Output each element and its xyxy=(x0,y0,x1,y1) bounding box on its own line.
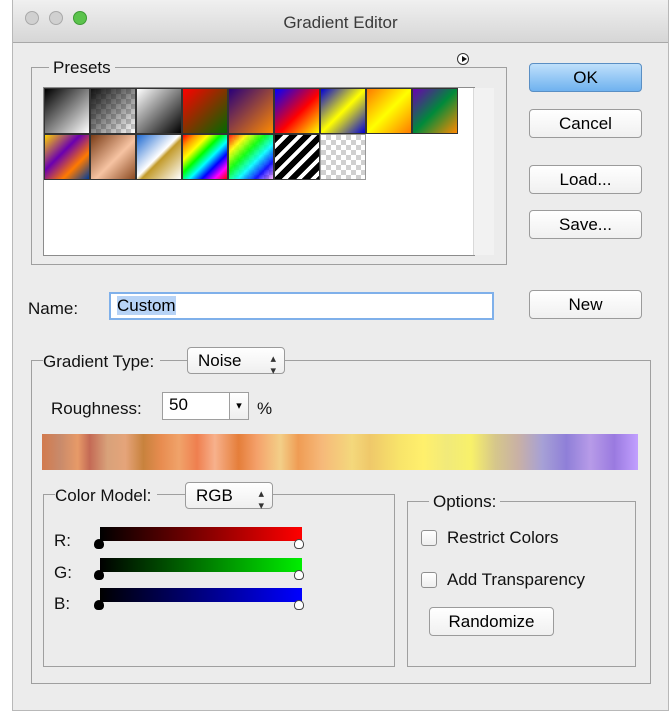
preset-swatch-red-green[interactable] xyxy=(182,88,228,134)
preset-swatch-orange-yellow-orange[interactable] xyxy=(366,88,412,134)
gradient-type-select[interactable]: Noise ▴ ▾ xyxy=(187,347,285,377)
preset-swatch-black-white[interactable] xyxy=(44,88,90,134)
options-legend: Options: xyxy=(429,492,501,512)
channel-b-min-stop[interactable] xyxy=(94,600,104,610)
preset-swatch-transparent-stripes[interactable] xyxy=(274,134,320,180)
roughness-value: 50 xyxy=(169,395,188,414)
preset-swatch-blue-yellow-blue[interactable] xyxy=(320,88,366,134)
circle-arrow-right-icon[interactable] xyxy=(457,53,469,65)
preset-swatch-copper[interactable] xyxy=(90,134,136,180)
gradient-editor-window: Gradient Editor Presets OK Cancel Load..… xyxy=(12,0,669,711)
roughness-unit: % xyxy=(257,399,273,418)
cancel-button[interactable]: Cancel xyxy=(529,109,642,138)
save-button[interactable]: Save... xyxy=(529,210,642,239)
channel-r-track[interactable] xyxy=(100,527,302,541)
channel-b-max-stop[interactable] xyxy=(294,600,304,610)
channel-r-label: R: xyxy=(54,531,71,550)
new-button[interactable]: New xyxy=(529,290,642,319)
color-model-label: Color Model: xyxy=(55,486,158,506)
color-model-value: RGB xyxy=(196,486,233,505)
channel-b-label: B: xyxy=(54,594,71,613)
color-model-group xyxy=(43,494,395,667)
preset-swatch-transparent-checker[interactable] xyxy=(90,88,136,134)
updown-arrows-icon: ▴ ▾ xyxy=(258,488,264,512)
restrict-colors-checkbox[interactable] xyxy=(421,530,437,546)
preset-swatch-transparent[interactable] xyxy=(320,134,366,180)
channel-g-label: G: xyxy=(54,563,72,582)
channel-b-track[interactable] xyxy=(100,588,302,602)
channel-g-max-stop[interactable] xyxy=(294,570,304,580)
channel-r-min-stop[interactable] xyxy=(94,539,104,549)
restrict-colors-label: Restrict Colors xyxy=(447,528,559,547)
roughness-input[interactable]: 50 xyxy=(162,392,230,420)
preset-swatch-violet-orange[interactable] xyxy=(228,88,274,134)
preset-swatch-yellow-violet-orange-blue[interactable] xyxy=(44,134,90,180)
preset-swatch-black-white-2[interactable] xyxy=(136,88,182,134)
preset-swatch-spectrum[interactable] xyxy=(182,134,228,180)
preset-swatch-chrome[interactable] xyxy=(136,134,182,180)
channel-r-max-stop[interactable] xyxy=(294,539,304,549)
preset-swatches xyxy=(43,87,475,256)
channel-g-track[interactable] xyxy=(100,558,302,572)
noise-gradient-preview xyxy=(42,434,638,470)
load-button[interactable]: Load... xyxy=(529,165,642,194)
name-label: Name: xyxy=(28,299,79,318)
title-bar[interactable]: Gradient Editor xyxy=(13,0,668,43)
color-model-select[interactable]: RGB ▴ ▾ xyxy=(185,482,273,512)
ok-button[interactable]: OK xyxy=(529,63,642,92)
preset-swatch-violet-green-orange[interactable] xyxy=(412,88,458,134)
channel-g-min-stop[interactable] xyxy=(94,570,104,580)
name-field-value: Custom xyxy=(117,296,176,315)
window-title: Gradient Editor xyxy=(283,13,398,32)
roughness-label: Roughness: xyxy=(51,399,142,418)
add-transparency-label: Add Transparency xyxy=(447,570,585,589)
gradient-type-value: Noise xyxy=(198,351,242,370)
updown-arrows-icon: ▴ ▾ xyxy=(270,353,276,377)
randomize-button[interactable]: Randomize xyxy=(429,607,554,636)
presets-legend: Presets xyxy=(49,58,115,78)
preset-swatch-blue-red-yellow[interactable] xyxy=(274,88,320,134)
preset-swatch-transparent-rainbow[interactable] xyxy=(228,134,274,180)
name-field[interactable]: Custom xyxy=(109,292,494,320)
gradient-type-label: Gradient Type: xyxy=(43,352,161,372)
add-transparency-checkbox[interactable] xyxy=(421,572,437,588)
roughness-dropdown-button[interactable]: ▾ xyxy=(229,392,249,420)
presets-scrollbar[interactable] xyxy=(473,88,494,255)
